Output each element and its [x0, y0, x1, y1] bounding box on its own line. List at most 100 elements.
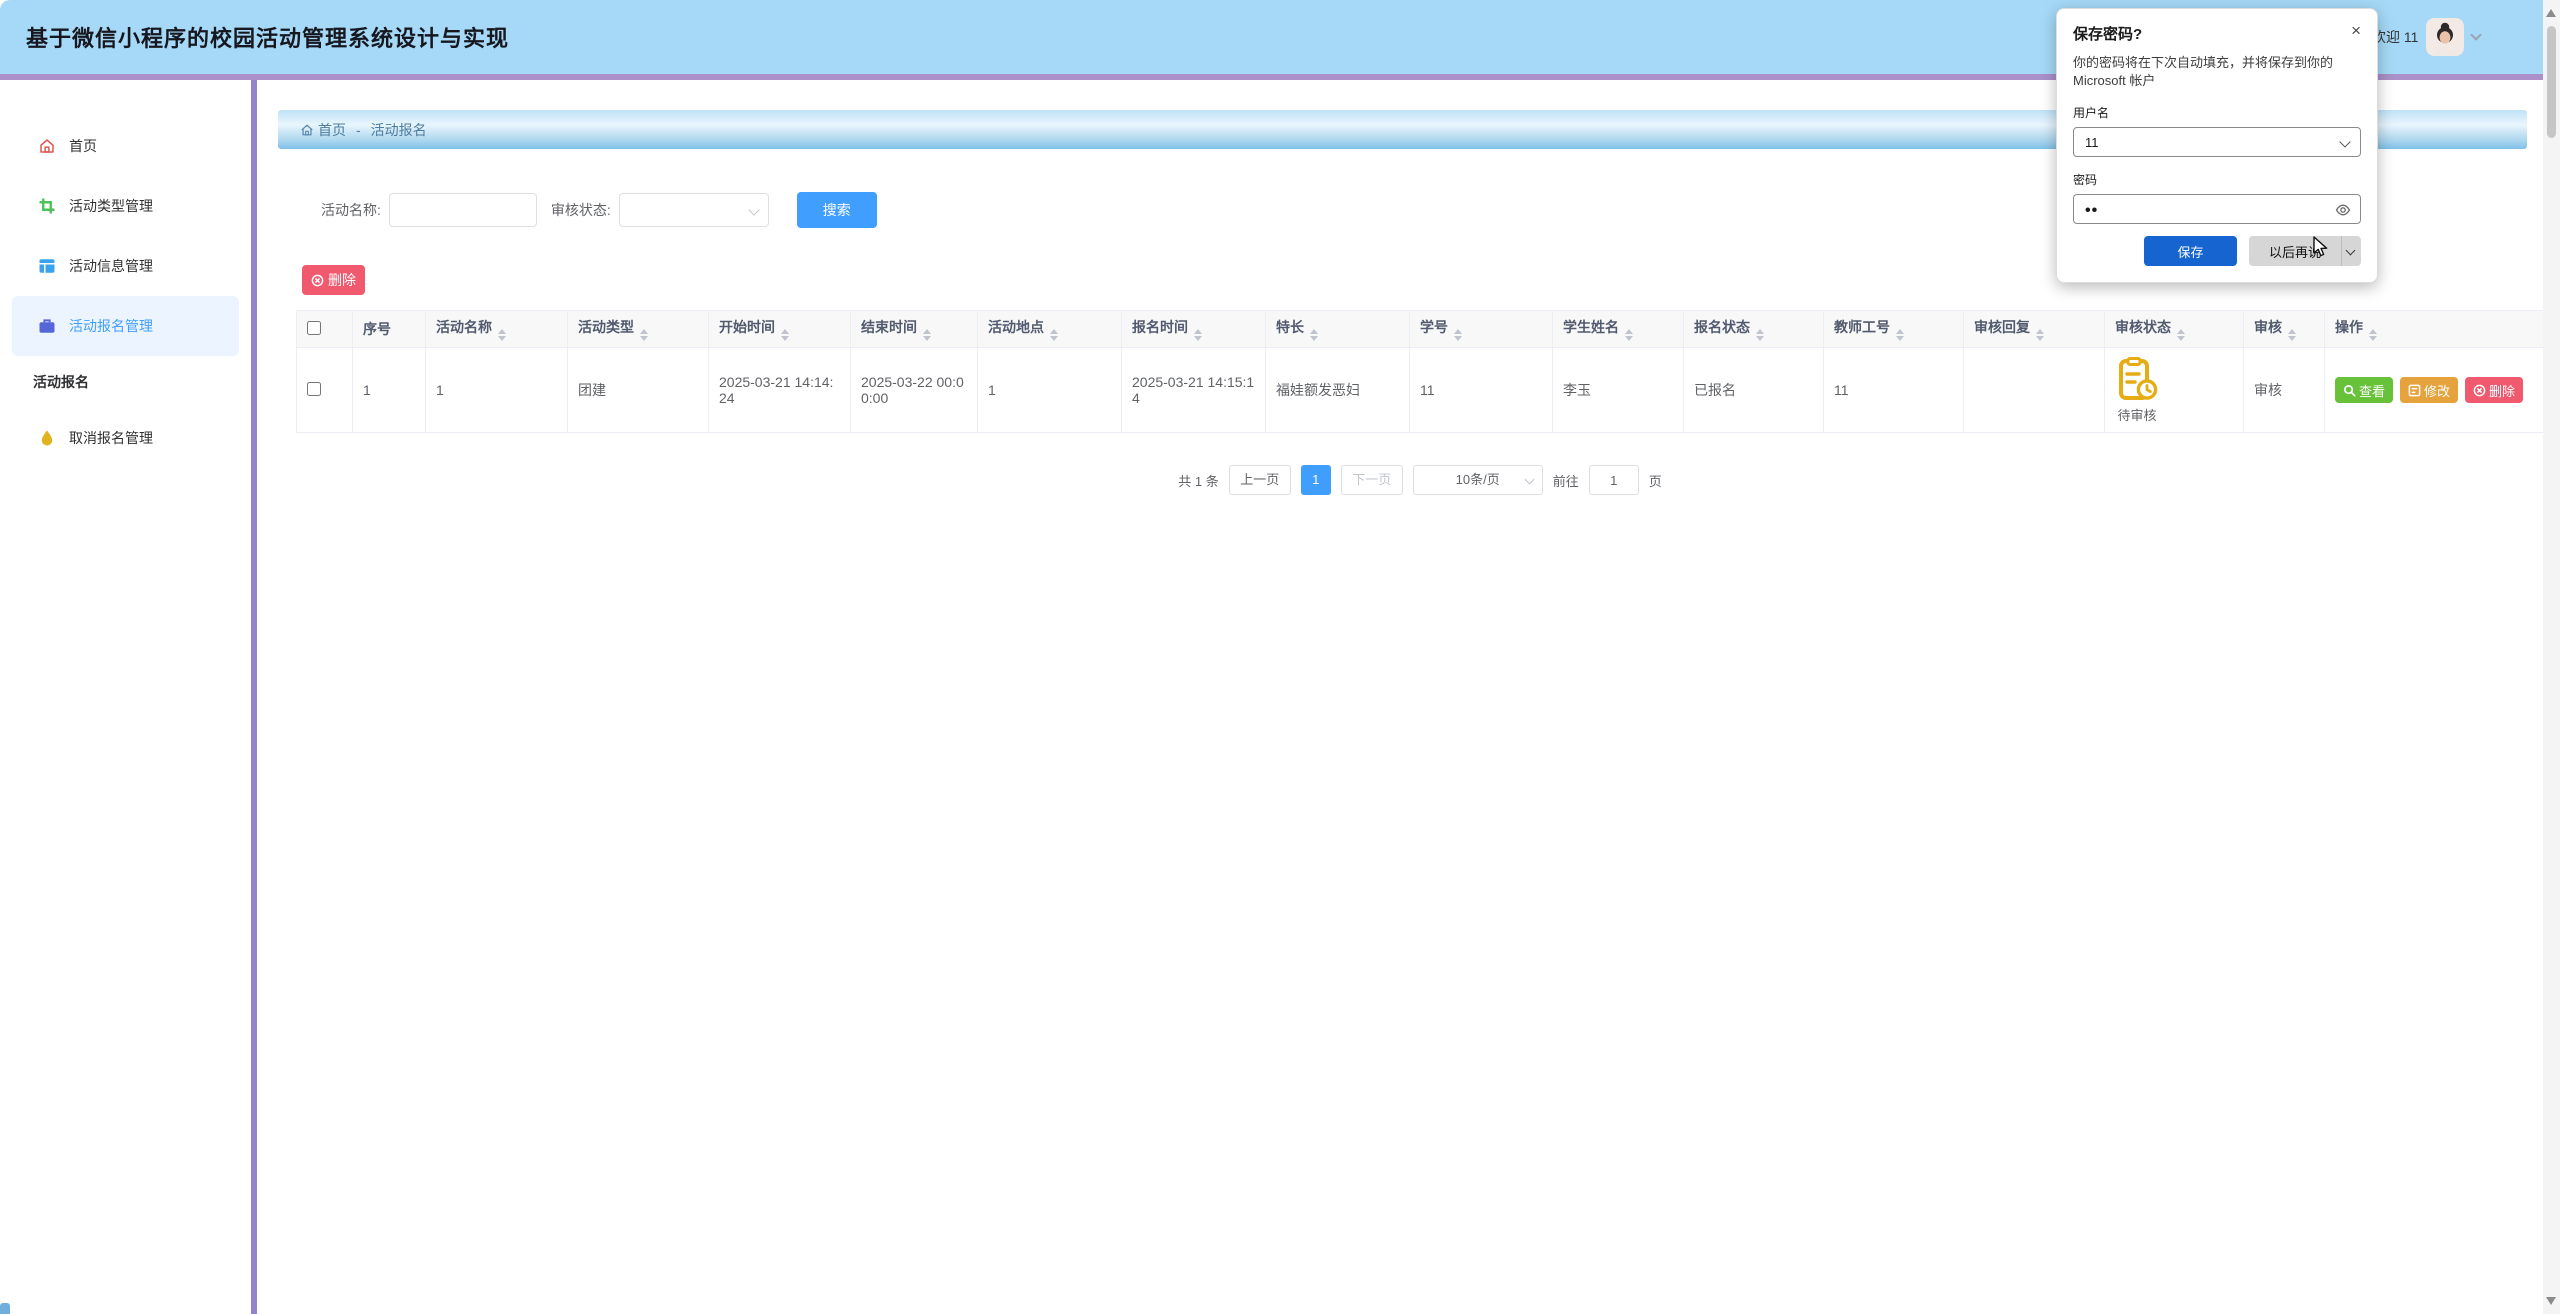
column-header[interactable]: 操作 — [2325, 311, 2546, 348]
grid-icon — [38, 257, 56, 275]
bulk-delete-button[interactable]: 删除 — [302, 265, 365, 295]
select-all-checkbox[interactable] — [307, 321, 321, 335]
table-header-row: 序号 活动名称 活动类型 开始时间 结束时间 活动地点 报名时间 特长 学号 学… — [297, 311, 2546, 348]
row-delete-button[interactable]: 删除 — [2465, 377, 2523, 403]
scroll-up-icon[interactable] — [2546, 9, 2556, 17]
pending-review-icon — [2115, 356, 2159, 402]
sidebar-item-cancel-signup[interactable]: 取消报名管理 — [0, 408, 251, 468]
breadcrumb-home[interactable]: 首页 — [300, 120, 346, 140]
column-header[interactable]: 开始时间 — [709, 311, 851, 348]
column-header[interactable]: 审核回复 — [1964, 311, 2105, 348]
column-header[interactable]: 学生姓名 — [1553, 311, 1684, 348]
save-password-dialog: 保存密码? × 你的密码将在下次自动填充，并将保存到你的 Microsoft 帐… — [2056, 8, 2378, 283]
cell-review-reply — [1964, 348, 2105, 433]
edit-button[interactable]: 修改 — [2400, 377, 2458, 403]
cell-specialty: 福娃额发恶妇 — [1266, 348, 1410, 433]
search-button[interactable]: 搜索 — [797, 192, 877, 228]
activity-name-label: 活动名称: — [321, 200, 381, 220]
column-header[interactable]: 审核状态 — [2105, 311, 2244, 348]
sidebar-item-label: 取消报名管理 — [69, 428, 153, 448]
activity-name-input[interactable] — [389, 193, 537, 227]
circle-x-icon — [311, 274, 324, 287]
bulk-delete-label: 删除 — [328, 270, 356, 290]
briefcase-icon — [38, 317, 56, 335]
row-select-cell — [297, 348, 353, 433]
cell-activity-name: 1 — [426, 348, 568, 433]
column-header[interactable]: 活动地点 — [978, 311, 1122, 348]
sort-icon — [640, 329, 648, 341]
later-button[interactable]: 以后再说 — [2249, 236, 2341, 266]
column-header[interactable]: 报名状态 — [1684, 311, 1824, 348]
goto-label: 前往 — [1553, 471, 1579, 490]
total-count: 共 1 条 — [1178, 471, 1218, 490]
cell-index: 1 — [353, 348, 426, 433]
circle-x-icon — [2473, 384, 2486, 397]
sort-icon — [2036, 329, 2044, 341]
close-icon[interactable]: × — [2351, 23, 2361, 38]
user-menu[interactable]: 欢迎 11 — [2372, 0, 2480, 74]
column-header[interactable]: 报名时间 — [1122, 311, 1266, 348]
column-header[interactable]: 活动类型 — [568, 311, 709, 348]
sort-icon — [1625, 329, 1633, 341]
sidebar-item-label: 活动类型管理 — [69, 196, 153, 216]
page-size-select[interactable]: 10条/页 — [1413, 465, 1543, 495]
prev-page-button[interactable]: 上一页 — [1229, 465, 1291, 495]
home-icon — [38, 137, 56, 155]
column-header[interactable]: 审核 — [2244, 311, 2325, 348]
sort-icon — [1050, 329, 1058, 341]
sidebar-item-activity-signup[interactable]: 活动报名管理 — [12, 296, 239, 356]
review-status-select[interactable] — [619, 193, 769, 227]
page-title: 基于微信小程序的校园活动管理系统设计与实现 — [26, 21, 509, 53]
data-table: 序号 活动名称 活动类型 开始时间 结束时间 活动地点 报名时间 特长 学号 学… — [296, 310, 2546, 433]
crop-icon — [38, 197, 56, 215]
cell-student-no: 11 — [1410, 348, 1553, 433]
cell-place: 1 — [978, 348, 1122, 433]
column-header[interactable]: 教师工号 — [1824, 311, 1964, 348]
save-button[interactable]: 保存 — [2144, 236, 2237, 266]
cell-teacher-no: 11 — [1824, 348, 1964, 433]
cell-actions: 查看 修改 — [2325, 348, 2546, 433]
page-1-button[interactable]: 1 — [1301, 465, 1331, 495]
row-checkbox[interactable] — [307, 382, 321, 396]
column-header[interactable]: 活动名称 — [426, 311, 568, 348]
sort-icon — [1454, 329, 1462, 341]
eye-icon[interactable] — [2335, 202, 2351, 223]
column-header[interactable]: 特长 — [1266, 311, 1410, 348]
column-header[interactable]: 结束时间 — [851, 311, 978, 348]
home-icon — [300, 123, 314, 137]
column-header[interactable]: 学号 — [1410, 311, 1553, 348]
review-status-label: 审核状态: — [551, 200, 611, 220]
cell-student-name: 李玉 — [1553, 348, 1684, 433]
sort-icon — [2369, 329, 2377, 341]
next-page-button[interactable]: 下一页 — [1341, 465, 1403, 495]
edit-icon — [2408, 384, 2421, 397]
password-input[interactable] — [2074, 195, 2360, 223]
avatar[interactable] — [2426, 18, 2464, 56]
view-button[interactable]: 查看 — [2335, 377, 2393, 403]
breadcrumb-current: 活动报名 — [371, 120, 427, 140]
cell-start-time: 2025-03-21 14:14:24 — [709, 348, 851, 433]
scroll-down-icon[interactable] — [2546, 1297, 2556, 1305]
scroll-thumb[interactable] — [2547, 26, 2556, 138]
table-row: 1 1 团建 2025-03-21 14:14:24 2025-03-22 00… — [297, 348, 2546, 433]
cell-review-link: 审核 — [2244, 348, 2325, 433]
sidebar-item-label: 首页 — [69, 136, 97, 156]
sort-icon — [781, 329, 789, 341]
username-input[interactable] — [2074, 128, 2360, 156]
sidebar-item-home[interactable]: 首页 — [0, 116, 251, 176]
later-dropdown-button[interactable] — [2341, 236, 2361, 266]
scrollbar[interactable] — [2543, 0, 2560, 1314]
page: 基于微信小程序的校园活动管理系统设计与实现 欢迎 11 首页 — [0, 0, 2560, 1314]
cell-signup-time: 2025-03-21 14:15:14 — [1122, 348, 1266, 433]
sort-icon — [2288, 329, 2296, 341]
breadcrumb-home-label: 首页 — [318, 120, 346, 140]
sidebar-item-activity-type[interactable]: 活动类型管理 — [0, 176, 251, 236]
password-label: 密码 — [2073, 171, 2361, 188]
chevron-down-icon — [748, 204, 759, 215]
chevron-down-icon — [1524, 475, 1534, 485]
goto-input[interactable] — [1589, 465, 1639, 495]
sidebar-item-activity-info[interactable]: 活动信息管理 — [0, 236, 251, 296]
page-size-value: 10条/页 — [1456, 472, 1500, 487]
username-combobox — [2073, 127, 2361, 157]
review-link[interactable]: 审核 — [2254, 382, 2282, 398]
